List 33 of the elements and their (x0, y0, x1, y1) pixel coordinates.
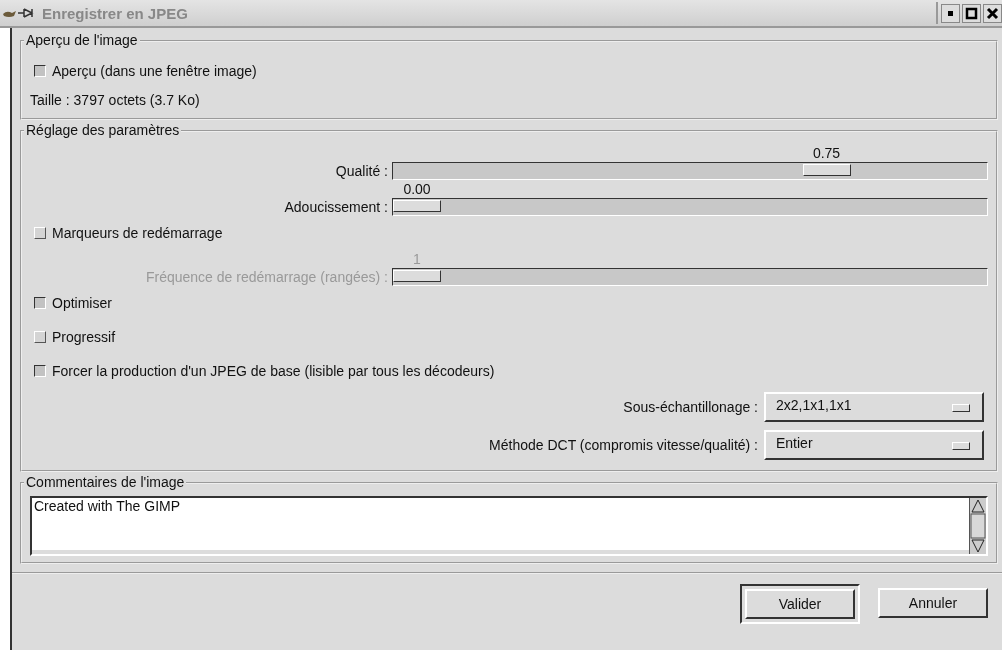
checkbox-option[interactable]: Progressif (30, 320, 988, 354)
option-label: Méthode DCT (compromis vitesse/qualité) : (489, 437, 758, 453)
comment-field[interactable]: Created with The GIMP (32, 498, 969, 550)
checkbox-option[interactable]: Optimiser (30, 286, 988, 320)
option-menu[interactable]: 2x2,1x1,1x1 (764, 392, 984, 422)
slider-label: Adoucissement : (283, 199, 389, 216)
menu-indicator-icon (952, 442, 970, 450)
dialog-button[interactable]: Annuler (878, 588, 988, 618)
slider-label: Qualité : (334, 163, 389, 180)
close-button[interactable] (983, 3, 1002, 23)
scrollbar[interactable] (969, 498, 986, 554)
frame-title: Aperçu de l'image (24, 32, 140, 48)
slider-value: 0.75 (812, 145, 841, 161)
option-label: Sous-échantillonage : (623, 399, 758, 415)
slider-value: 0.00 (403, 181, 431, 197)
maximize-button[interactable] (962, 3, 981, 23)
slider-label: Fréquence de redémarrage (rangées) : (144, 269, 389, 286)
slider-thumb[interactable] (393, 200, 441, 212)
slider-value: 1 (413, 251, 421, 267)
size-text: Taille : 3797 octets (3.7 Ko) (30, 91, 201, 110)
checkbox-option[interactable]: Aperçu (dans une fenêtre image) (30, 54, 988, 88)
option-menu[interactable]: Entier (764, 430, 984, 460)
dialog-button[interactable]: Valider (745, 589, 855, 619)
window-title: Enregistrer en JPEG (42, 4, 189, 22)
maximize-icon (964, 5, 979, 21)
checkbox-option[interactable]: Forcer la production d'un JPEG de base (lisible par tous les décodeurs) (30, 354, 988, 388)
minimize-button[interactable] (941, 3, 960, 23)
close-icon (985, 5, 1000, 21)
slider-thumb[interactable] (802, 164, 851, 176)
menu-indicator-icon (952, 404, 970, 412)
frame-title: Réglage des paramètres (24, 122, 182, 138)
checkbox-option[interactable]: Marqueurs de redémarrage (30, 216, 988, 250)
frame-title: Commentaires de l'image (24, 474, 187, 490)
